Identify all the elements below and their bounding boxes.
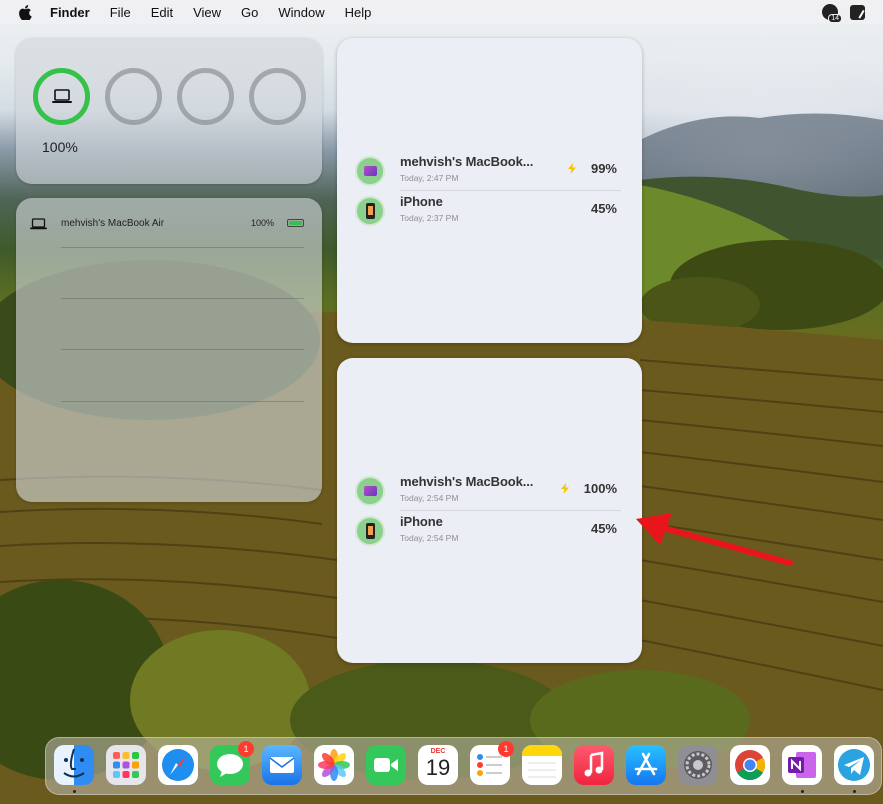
- menu-window[interactable]: Window: [278, 5, 324, 20]
- menu-file[interactable]: File: [110, 5, 131, 20]
- device-updated-time: Today, 2:37 PM: [400, 213, 459, 223]
- messages-icon[interactable]: 1: [210, 741, 254, 785]
- charging-bolt-icon: [568, 163, 576, 174]
- macbook-icon: [355, 156, 385, 186]
- batteries-devices-widget[interactable]: mehvish's MacBook... Today, 2:54 PM 100%…: [337, 358, 642, 663]
- row-divider: [61, 298, 304, 299]
- battery-percent: 100%: [250, 218, 274, 228]
- device-name: mehvish's MacBook...: [400, 154, 534, 169]
- empty-battery-ring: [105, 68, 162, 125]
- calendar-day: 19: [425, 755, 451, 780]
- calendar-icon[interactable]: DEC 19: [418, 745, 458, 785]
- reminders-badge: 1: [498, 741, 514, 757]
- iphone-icon: [355, 196, 385, 226]
- messages-badge: 1: [238, 741, 254, 757]
- row-divider: [400, 190, 621, 191]
- macbook-icon: [355, 476, 385, 506]
- charging-bolt-icon: [561, 483, 569, 494]
- menu-edit[interactable]: Edit: [151, 5, 173, 20]
- device-row-iphone: iPhone Today, 2:54 PM 45%: [355, 514, 621, 550]
- mail-icon[interactable]: [262, 745, 302, 785]
- telegram-icon[interactable]: [834, 745, 874, 785]
- laptop-icon: [52, 89, 72, 103]
- device-updated-time: Today, 2:54 PM: [400, 493, 459, 503]
- reminders-icon[interactable]: 1: [470, 741, 514, 785]
- device-updated-time: Today, 2:47 PM: [400, 173, 459, 183]
- notification-status-icon[interactable]: 14: [822, 4, 842, 23]
- device-battery-percent: 99%: [590, 161, 617, 176]
- photos-icon[interactable]: [314, 745, 354, 785]
- device-row-iphone: iPhone Today, 2:37 PM 45%: [355, 194, 621, 230]
- facetime-icon[interactable]: [366, 745, 406, 785]
- device-updated-time: Today, 2:54 PM: [400, 533, 459, 543]
- running-indicator: [73, 790, 76, 793]
- laptop-icon: [30, 218, 47, 230]
- row-divider: [61, 401, 304, 402]
- batteries-devices-widget[interactable]: mehvish's MacBook... Today, 2:47 PM 99% …: [337, 38, 642, 343]
- row-divider: [61, 247, 304, 248]
- battery-level-icon: [287, 219, 304, 227]
- battery-rings-widget[interactable]: 100%: [16, 38, 322, 184]
- running-indicator: [801, 790, 804, 793]
- chrome-icon[interactable]: [730, 745, 770, 785]
- device-battery-percent: 45%: [590, 521, 617, 536]
- launchpad-icon[interactable]: [106, 745, 146, 785]
- empty-battery-ring: [177, 68, 234, 125]
- row-divider: [61, 349, 304, 350]
- menu-bar: Finder File Edit View Go Window Help 14: [0, 0, 883, 24]
- running-indicator: [853, 790, 856, 793]
- device-name: iPhone: [400, 194, 443, 209]
- app-store-icon[interactable]: [626, 745, 666, 785]
- finder-icon[interactable]: [54, 745, 94, 785]
- battery-list-widget[interactable]: mehvish's MacBook Air 100%: [16, 198, 322, 502]
- device-name: iPhone: [400, 514, 443, 529]
- device-row-macbook: mehvish's MacBook... Today, 2:47 PM 99%: [355, 154, 621, 190]
- row-divider: [400, 510, 621, 511]
- menu-view[interactable]: View: [193, 5, 221, 20]
- empty-battery-ring: [249, 68, 306, 125]
- macbook-battery-percent: 100%: [42, 139, 78, 155]
- device-name: mehvish's MacBook Air: [61, 218, 165, 229]
- notes-icon[interactable]: [522, 745, 562, 785]
- device-battery-percent: 100%: [583, 481, 617, 496]
- menu-finder[interactable]: Finder: [50, 5, 90, 20]
- iphone-icon: [355, 516, 385, 546]
- device-battery-percent: 45%: [590, 201, 617, 216]
- dock: 1 DEC 19 1: [45, 737, 882, 795]
- calendar-month: DEC: [430, 748, 446, 755]
- menu-help[interactable]: Help: [345, 5, 372, 20]
- menu-go[interactable]: Go: [241, 5, 258, 20]
- apple-icon[interactable]: [18, 4, 32, 20]
- music-icon[interactable]: [574, 745, 614, 785]
- macbook-battery-ring: [33, 68, 90, 125]
- device-row-macbook: mehvish's MacBook... Today, 2:54 PM 100%: [355, 474, 621, 510]
- onenote-icon[interactable]: [782, 745, 822, 785]
- pen-status-icon[interactable]: [850, 4, 865, 20]
- safari-icon[interactable]: [158, 745, 198, 785]
- device-name: mehvish's MacBook...: [400, 474, 534, 489]
- settings-icon[interactable]: [678, 745, 718, 785]
- red-arrow-annotation: [636, 513, 793, 566]
- notification-count: 14: [828, 14, 842, 23]
